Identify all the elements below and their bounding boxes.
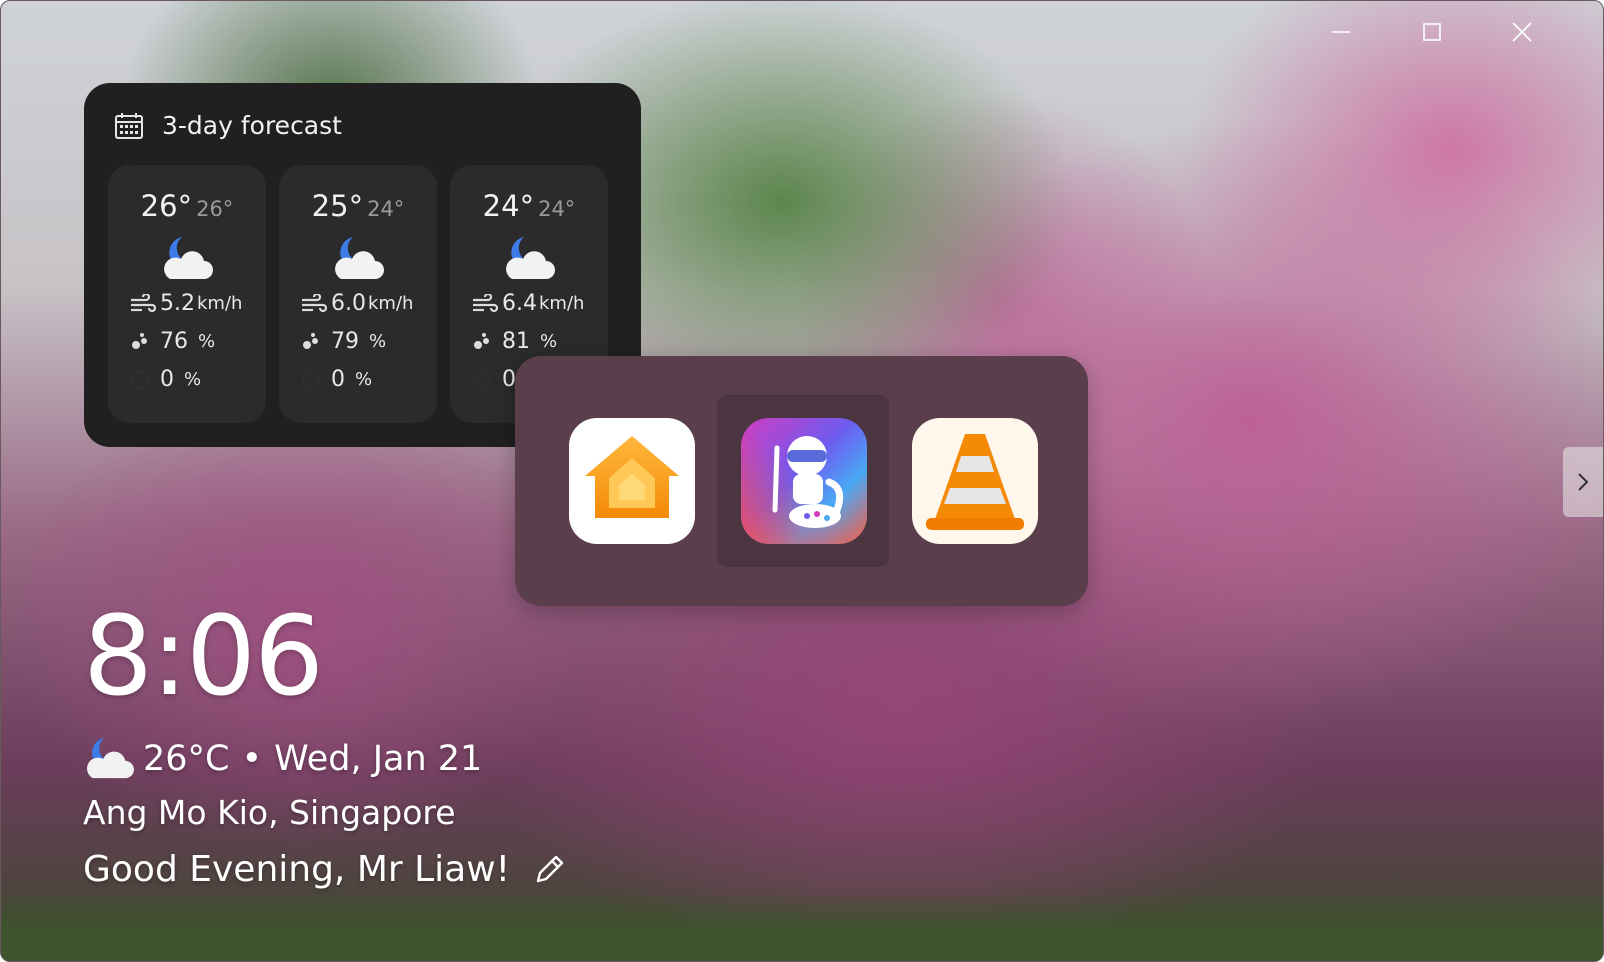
humidity-icon bbox=[474, 332, 489, 349]
maximize-icon bbox=[1423, 23, 1441, 41]
close-button[interactable] bbox=[1499, 15, 1545, 49]
minimize-icon bbox=[1332, 31, 1350, 33]
greeting-row: Good Evening, Mr Liaw! bbox=[83, 849, 566, 890]
high-temp: 24° bbox=[482, 189, 535, 223]
low-temp: 24° bbox=[538, 197, 576, 221]
low-temp: 24° bbox=[367, 197, 405, 221]
forecast-day-card[interactable]: 25° 24° 6.0 km/h 79% 0% bbox=[279, 165, 437, 423]
moon-cloud-icon bbox=[335, 237, 384, 279]
home-app-button[interactable] bbox=[569, 418, 695, 544]
wind-speed: 6.4 bbox=[502, 291, 537, 316]
humidity-value: 76 bbox=[160, 329, 188, 354]
wind-speed: 6.0 bbox=[331, 291, 366, 316]
wind-speed: 5.2 bbox=[160, 291, 195, 316]
clock-time: 8:06 bbox=[83, 592, 324, 720]
high-temp: 26° bbox=[140, 189, 193, 223]
precip-icon bbox=[131, 370, 149, 389]
humidity-icon bbox=[132, 332, 147, 349]
low-temp: 26° bbox=[196, 197, 234, 221]
moon-cloud-icon bbox=[87, 737, 134, 779]
greeting-text: Good Evening, Mr Liaw! bbox=[83, 849, 511, 890]
precip-icon bbox=[302, 370, 320, 389]
wind-unit: km/h bbox=[368, 293, 414, 314]
chevron-right-icon bbox=[1578, 473, 1589, 491]
app-window: 3-day forecast 26° 26° 5.2 km/h 76% 0% 2… bbox=[0, 0, 1604, 962]
precip-value: 0 bbox=[160, 367, 174, 392]
vlc-app-button[interactable] bbox=[912, 418, 1038, 544]
maximize-button[interactable] bbox=[1409, 15, 1455, 49]
home-app-icon bbox=[585, 436, 679, 518]
humidity-value: 81 bbox=[502, 329, 530, 354]
wind-icon bbox=[302, 293, 327, 312]
next-page-button[interactable] bbox=[1563, 447, 1603, 517]
precip-icon bbox=[473, 370, 491, 389]
separator: • bbox=[241, 739, 263, 779]
drawing-app-icon bbox=[741, 418, 867, 544]
high-temp: 25° bbox=[311, 189, 364, 223]
vlc-cone-icon bbox=[926, 434, 1024, 530]
current-date: Wed, Jan 21 bbox=[274, 739, 483, 779]
calendar-icon bbox=[115, 112, 143, 139]
forecast-title: 3-day forecast bbox=[162, 111, 342, 140]
close-icon bbox=[1512, 22, 1532, 42]
forecast-day-card[interactable]: 26° 26° 5.2 km/h 76% 0% bbox=[108, 165, 266, 423]
minimize-button[interactable] bbox=[1318, 15, 1364, 49]
forecast-header: 3-day forecast bbox=[114, 111, 342, 140]
location-label: Ang Mo Kio, Singapore bbox=[83, 793, 456, 832]
current-weather: 26°C • Wed, Jan 21 bbox=[83, 736, 482, 782]
precip-value: 0 bbox=[331, 367, 345, 392]
wind-unit: km/h bbox=[539, 293, 585, 314]
humidity-icon bbox=[303, 332, 318, 349]
moon-cloud-icon bbox=[506, 237, 555, 279]
wind-icon bbox=[473, 293, 498, 312]
moon-cloud-icon bbox=[164, 237, 213, 279]
humidity-value: 79 bbox=[331, 329, 359, 354]
precip-value: 0 bbox=[502, 367, 516, 392]
drawing-app-button[interactable] bbox=[741, 418, 867, 544]
wind-icon bbox=[131, 293, 156, 312]
wind-unit: km/h bbox=[197, 293, 243, 314]
edit-pencil-icon[interactable] bbox=[532, 853, 566, 887]
current-temperature: 26°C bbox=[143, 739, 230, 779]
background-grass bbox=[1, 891, 1603, 961]
